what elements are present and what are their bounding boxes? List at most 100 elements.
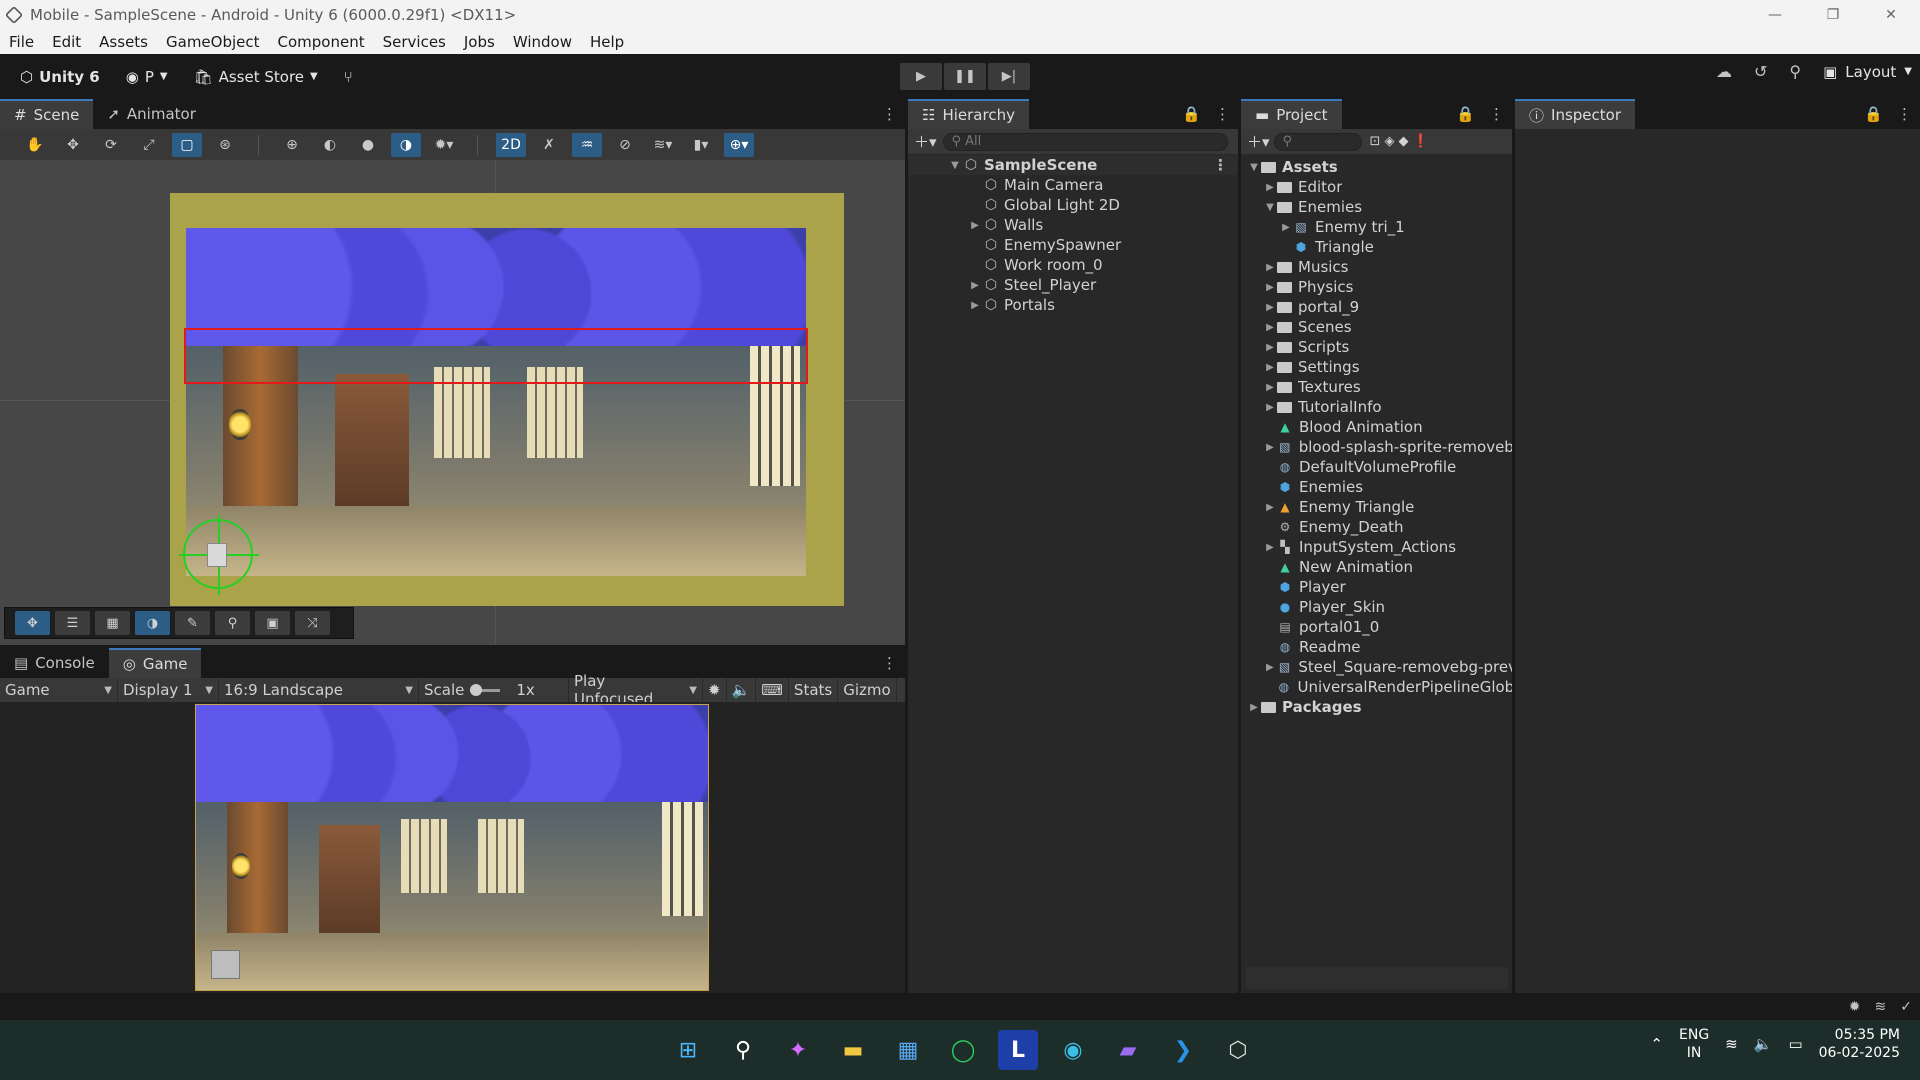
view-overlay-icon[interactable]: ▣ [255,611,290,635]
project-item[interactable]: ◍ UniversalRenderPipelineGloba [1241,677,1512,697]
project-item[interactable]: ▶ Textures [1241,377,1512,397]
l-app-icon[interactable]: L [998,1030,1038,1070]
project-item[interactable]: ▶ ▲ Enemy Triangle [1241,497,1512,517]
unity-account-button[interactable]: ⬡ Unity 6 [12,65,108,89]
search-icon[interactable]: ⚲ [1789,62,1801,81]
add-icon[interactable]: ＋▾ [1247,131,1270,152]
search-icon[interactable]: ⚲ [723,1030,763,1070]
expand-right-icon[interactable]: ▶ [1263,322,1277,333]
wireframe-icon[interactable]: ⊕ [277,133,307,157]
panel-menu-icon[interactable]: ⋮ [882,648,905,678]
expand-right-icon[interactable]: ▶ [1279,222,1293,233]
tab-inspector[interactable]: ⓘ Inspector [1515,99,1635,129]
packages-root-row[interactable]: ▶ Packages [1241,697,1512,717]
layers-icon[interactable]: ≋▾ [648,133,678,157]
shuffle-overlay-icon[interactable]: ⤨ [295,611,330,635]
wifi-icon[interactable]: ≋ [1725,1035,1738,1053]
scale-control[interactable]: Scale 1x [419,678,569,702]
lock-icon[interactable]: 🔒 [1456,105,1475,123]
view-dropdown[interactable]: Game ▼ [0,678,118,702]
volume-icon[interactable]: 🔈 [1754,1035,1773,1053]
aspect-dropdown[interactable]: 16:9 Landscape ▼ [219,678,419,702]
close-button[interactable]: ✕ [1862,0,1920,29]
project-item[interactable]: ⬢ Enemies [1241,477,1512,497]
mode-2d-button[interactable]: 2D [496,132,526,157]
rotate-tool-icon[interactable]: ⟳ [96,133,126,157]
row-menu-icon[interactable]: ⋮ [1213,156,1238,174]
project-item[interactable]: ◍ DefaultVolumeProfile [1241,457,1512,477]
debug-draw-icon[interactable]: ✹▾ [429,133,459,157]
file-explorer-icon[interactable]: ▬ [833,1030,873,1070]
expand-right-icon[interactable]: ▶ [968,300,982,311]
project-search-input[interactable]: ⚲ [1273,132,1362,151]
add-icon[interactable]: ＋▾ [914,131,937,152]
check-icon[interactable]: ✓ [1900,999,1912,1015]
menu-assets[interactable]: Assets [90,33,157,51]
visibility-toggle-icon[interactable]: ⊘ [610,133,640,157]
expand-right-icon[interactable]: ▶ [1263,342,1277,353]
hierarchy-item[interactable]: ⬡ Main Camera [908,175,1238,195]
expand-right-icon[interactable]: ▶ [1263,362,1277,373]
menu-help[interactable]: Help [581,33,633,51]
expand-right-icon[interactable]: ▶ [1263,502,1277,513]
menu-file[interactable]: File [0,33,43,51]
hierarchy-item[interactable]: ▶ ⬡ Walls [908,215,1238,235]
panel-menu-icon[interactable]: ⋮ [1897,105,1912,123]
warning-icon[interactable]: ❗ [1412,134,1428,149]
chevron-up-icon[interactable]: ⌃ [1650,1035,1663,1053]
project-item[interactable]: ▶ ▚ InputSystem_Actions [1241,537,1512,557]
project-item[interactable]: ▶ Editor [1241,177,1512,197]
rect-tool-icon[interactable]: ▢ [172,132,202,157]
hierarchy-item[interactable]: ⬡ Work room_0 [908,255,1238,275]
project-item[interactable]: ▶ Physics [1241,277,1512,297]
gizmos-button[interactable]: Gizmo [838,678,897,702]
progress-layers-icon[interactable]: ≋ [1875,999,1887,1015]
hand-tool-icon[interactable]: ✋ [20,133,50,157]
project-item[interactable]: ▶ ▧ Enemy tri_1 [1241,217,1512,237]
menu-edit[interactable]: Edit [43,33,90,51]
filter-search-icon[interactable]: ⊡ [1370,134,1381,149]
hierarchy-item[interactable]: ▶ ⬡ Steel_Player [908,275,1238,295]
menu-gameobject[interactable]: GameObject [157,33,269,51]
play-focus-dropdown[interactable]: Play Unfocused ▼ [569,672,703,708]
expand-right-icon[interactable]: ▶ [1263,442,1277,453]
step-button[interactable]: ▶| [988,63,1030,90]
scale-slider[interactable] [470,683,501,696]
keyboard-icon[interactable]: ⌨ [756,678,789,702]
asset-store-dropdown[interactable]: 🛍 Asset Store ▼ [186,65,326,89]
filter-type-icon[interactable]: ◈ [1384,134,1394,149]
scale-tool-icon[interactable]: ⤢ [134,133,164,157]
project-item[interactable]: ▼ Enemies [1241,197,1512,217]
history-icon[interactable]: ↺ [1754,62,1767,81]
menu-services[interactable]: Services [374,33,455,51]
transform-tool-icon[interactable]: ⊛ [210,133,240,157]
zoom-overlay-icon[interactable]: ⚲ [215,611,250,635]
panel-menu-icon[interactable]: ⋮ [882,99,905,129]
pause-button[interactable]: ❚❚ [944,63,986,90]
expand-right-icon[interactable]: ▶ [1263,402,1277,413]
project-item[interactable]: ▶ TutorialInfo [1241,397,1512,417]
expand-right-icon[interactable]: ▶ [968,280,982,291]
tab-scene[interactable]: # Scene [0,99,94,129]
expand-right-icon[interactable]: ▶ [1263,182,1277,193]
audio-toggle-icon[interactable]: ♒ [572,132,602,157]
hierarchy-item[interactable]: ⬡ Global Light 2D [908,195,1238,215]
expand-right-icon[interactable]: ▶ [1263,382,1277,393]
clock[interactable]: 05:35 PM 06-02-2025 [1819,1026,1900,1062]
scene-viewport[interactable]: ✥ ☰ ▦ ◑ ✎ ⚲ ▣ ⤨ [0,160,905,645]
language-indicator[interactable]: ENG IN [1679,1026,1709,1062]
project-item[interactable]: ▶ Musics [1241,257,1512,277]
expand-down-icon[interactable]: ▼ [948,160,962,171]
project-item[interactable]: ▤ portal01_0 [1241,617,1512,637]
shaded-wire-icon[interactable]: ◐ [315,133,345,157]
project-item[interactable]: ▶ portal_9 [1241,297,1512,317]
expand-right-icon[interactable]: ▶ [1263,282,1277,293]
game-viewport[interactable] [0,702,905,993]
stats-button[interactable]: Stats [789,678,839,702]
tab-console[interactable]: ▤ Console [0,648,109,678]
expand-down-icon[interactable]: ▼ [1263,202,1277,213]
expand-right-icon[interactable]: ▶ [1263,662,1277,673]
lock-icon[interactable]: 🔒 [1864,105,1883,123]
shade-overlay-icon[interactable]: ◑ [135,611,170,635]
cloud-icon[interactable]: ☁ [1716,62,1732,81]
